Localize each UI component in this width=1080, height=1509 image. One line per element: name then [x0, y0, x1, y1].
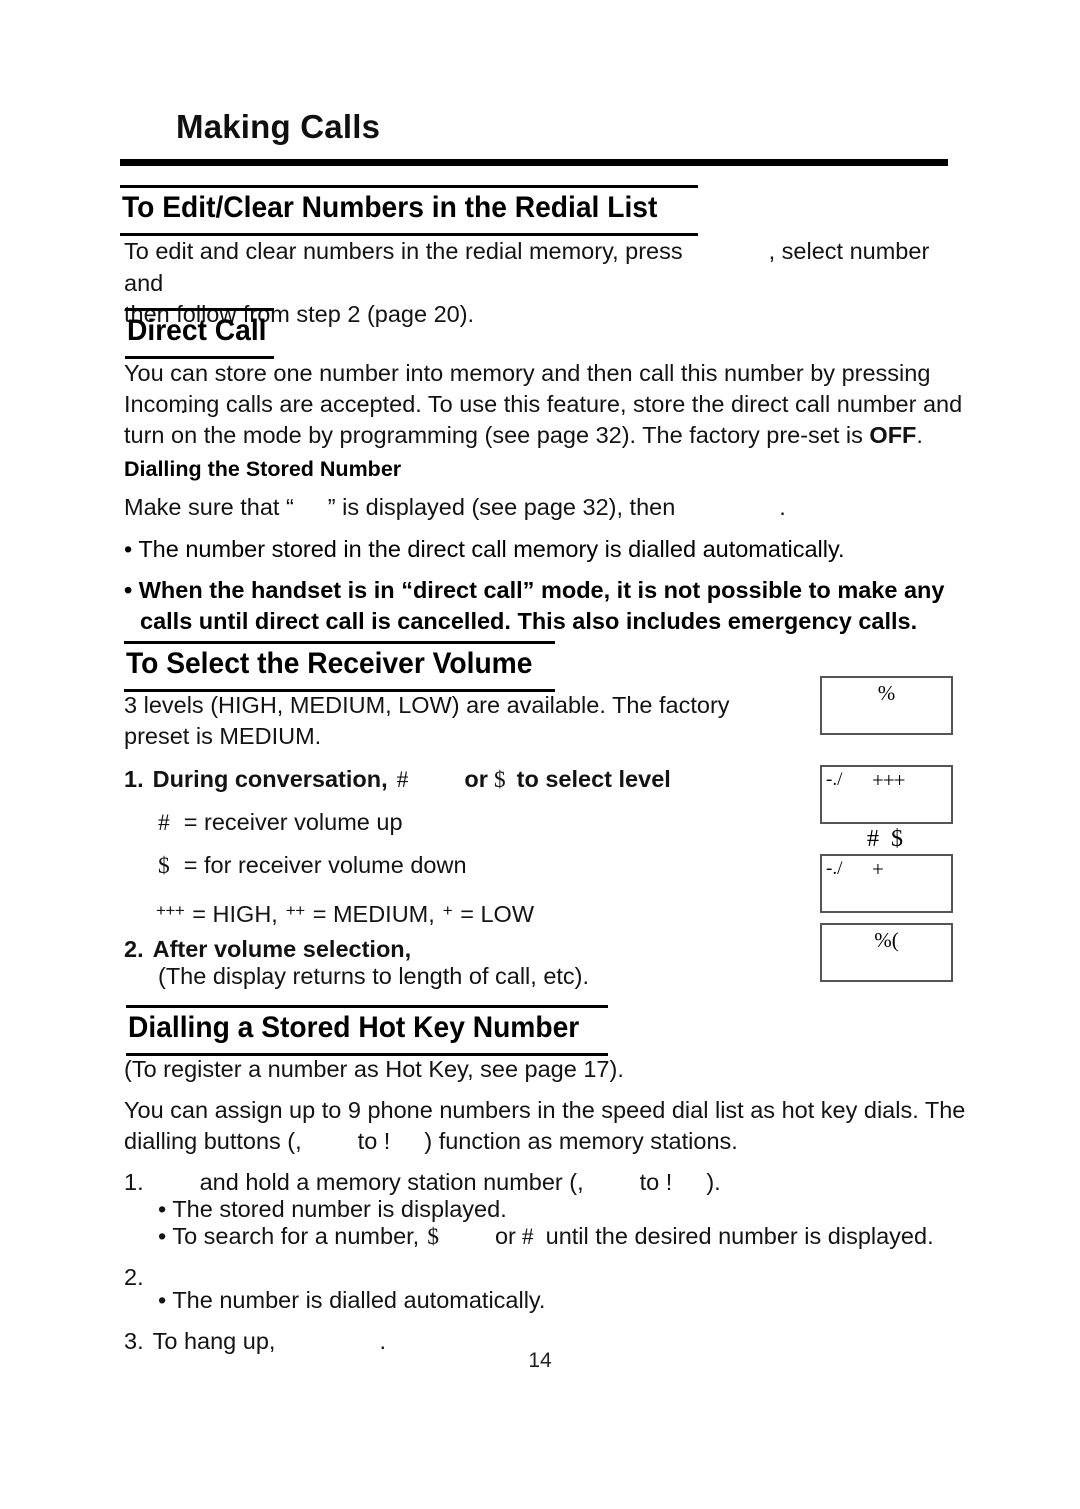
hot-key-step-1-text-a: and hold a memory station number (, [199, 1169, 584, 1195]
level-low-symbol: + [442, 901, 453, 920]
redial-text-a: To edit and clear numbers in the redial … [124, 238, 683, 264]
volume-up-symbol: # [521, 1224, 534, 1250]
level-high-label: = HIGH, [192, 901, 278, 927]
hot-key-step-1-bullet-2: • To search for a number, $ or # until the d… [158, 1221, 1003, 1254]
manual-page: Making Calls To Edit/Clear Numbers in th… [0, 0, 1080, 1509]
search-text-b: until the desired number is displayed. [545, 1223, 934, 1249]
volume-down-symbol: $ [493, 767, 506, 793]
search-text-a: • To search for a number, [158, 1223, 420, 1249]
hot-key-step-1-text-c: ). [706, 1169, 721, 1195]
lcd-display-1-text: % [877, 681, 896, 705]
direct-call-make-sure-line: Make sure that “ ” is displayed (see page… [124, 492, 964, 524]
volume-up-description: = receiver volume up [183, 809, 403, 835]
receiver-volume-note-down: $ = for receiver volume down [158, 850, 858, 883]
volume-down-description: = for receiver volume down [183, 852, 467, 878]
level-high-symbol: +++ [156, 901, 185, 920]
hot-key-step-1-number: 1. [124, 1169, 144, 1195]
hot-key-text-b: to ! [357, 1128, 391, 1154]
heading-receiver-volume: To Select the Receiver Volume [126, 647, 533, 680]
receiver-volume-note-up: # = receiver volume up [158, 807, 858, 840]
heading-rule-top [125, 308, 274, 311]
direct-call-text-a: You can store one number into memory and… [124, 360, 931, 386]
lcd-display-2: -./ +++ [820, 765, 953, 824]
receiver-volume-step-2-note: (The display returns to length of call, … [158, 963, 590, 989]
step-1-text-b: or [464, 766, 488, 792]
lcd-display-2-level: +++ [872, 768, 906, 792]
receiver-volume-levels-legend: +++ = HIGH, ++ = MEDIUM, + = LOW [156, 895, 856, 931]
section-redial-heading: To Edit/Clear Numbers in the Redial List [120, 185, 698, 243]
lcd-display-2-antenna: -./ [826, 769, 843, 790]
make-sure-text-a: Make sure that “ [124, 494, 294, 520]
title-divider [120, 159, 948, 166]
hot-key-step-2-number: 2. [124, 1264, 144, 1290]
direct-call-bullet-2-line1: • When the handset is in “direct call” m… [124, 577, 945, 603]
heading-rule-top [120, 185, 698, 188]
direct-call-bullet-2-line2: calls until direct call is cancelled. Th… [140, 608, 918, 634]
step-2-text: After volume selection, [152, 936, 412, 962]
heading-direct-call: Direct Call [127, 314, 267, 347]
volume-down-symbol: $ [158, 853, 170, 879]
search-text-mid: or [494, 1223, 516, 1249]
make-sure-text-c: . [779, 494, 786, 520]
hot-key-step-2-bullet: • The number is dialled automatically. [158, 1287, 546, 1313]
lcd-display-3-antenna: -./ [826, 858, 843, 879]
heading-rule-top [126, 1005, 608, 1008]
lcd-display-4-text: %( [874, 928, 899, 952]
hot-key-text-a: dialling buttons (, [124, 1128, 302, 1154]
heading-rule-top [124, 641, 555, 644]
lcd-display-3-level: + [872, 857, 884, 881]
hot-key-register-note: (To register a number as Hot Key, see pa… [124, 1056, 624, 1082]
volume-up-symbol: # [396, 767, 409, 793]
page-title: Making Calls [176, 108, 381, 145]
hot-key-text-c: ) function as memory stations. [424, 1128, 738, 1154]
subheading-dialling-stored-number: Dialling the Stored Number [124, 457, 402, 481]
direct-call-text-c-end: . [916, 422, 923, 448]
page-number: 14 [528, 1349, 552, 1372]
make-sure-text-b: ” is displayed (see page 32), then [327, 494, 676, 520]
receiver-volume-step-1: 1. During conversation, # or $ to select leve… [124, 764, 824, 797]
lcd-display-3: -./ + [820, 854, 953, 913]
direct-call-text-c: turn on the mode by programming (see pag… [124, 422, 870, 448]
hot-key-paragraph-line1: You can assign up to 9 phone numbers in … [124, 1097, 966, 1123]
hot-key-step-1-text-b: to ! [639, 1169, 673, 1195]
direct-call-text-b: Incoming calls are accepted. To use this… [124, 391, 963, 417]
lcd-display-4: %( [820, 923, 953, 982]
step-1-text-a: During conversation, [152, 766, 388, 792]
level-medium-label: = MEDIUM, [312, 901, 435, 927]
direct-call-paragraph-line2: Incoming calls are accepted. To use this… [124, 389, 964, 421]
direct-call-bullet-1: • The number stored in the direct call m… [124, 536, 845, 562]
lcd-key-labels: # $ [867, 826, 906, 852]
heading-hot-key: Dialling a Stored Hot Key Number [128, 1011, 580, 1044]
step-1-number: 1. [124, 766, 144, 792]
level-medium-symbol: ++ [285, 901, 305, 920]
heading-redial: To Edit/Clear Numbers in the Redial List [122, 191, 658, 224]
hot-key-paragraph-line2: dialling buttons (, to ! ) function as mem… [124, 1126, 969, 1158]
lcd-display-1: % [820, 676, 953, 735]
volume-down-symbol: $ [427, 1224, 439, 1250]
direct-call-paragraph-line3: turn on the mode by programming (see pag… [124, 420, 964, 452]
step-1-text-c: to select level [516, 766, 671, 792]
receiver-volume-intro-line1: 3 levels (HIGH, MEDIUM, LOW) are availab… [124, 692, 730, 718]
step-2-number: 2. [124, 936, 144, 962]
receiver-volume-intro-line2: preset is MEDIUM. [124, 723, 322, 749]
volume-up-symbol: # [158, 810, 170, 836]
direct-call-preset-value: OFF [869, 422, 917, 448]
level-low-label: = LOW [460, 901, 535, 927]
